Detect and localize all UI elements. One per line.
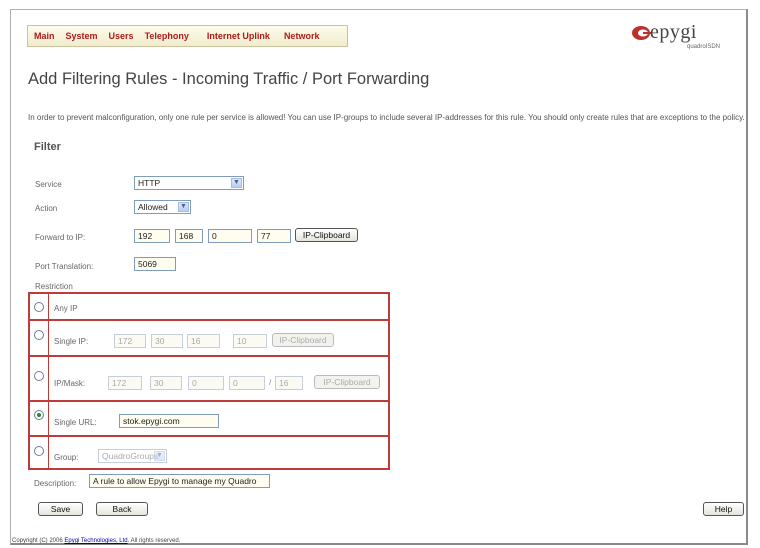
mask-separator: / xyxy=(269,378,272,387)
help-button[interactable]: Help xyxy=(703,502,744,516)
forward-ip-label: Forward to IP: xyxy=(35,233,86,242)
restriction-row-group: Group: QuadroGroups ▼ xyxy=(28,435,390,470)
chevron-down-icon: ▼ xyxy=(231,178,242,188)
action-select[interactable]: Allowed ▼ xyxy=(134,200,191,214)
save-button[interactable]: Save xyxy=(38,502,83,516)
ip-mask-label: IP/Mask: xyxy=(54,379,86,388)
restriction-row-ip-mask: IP/Mask: 172 30 0 0 / 16 IP-Clipboard xyxy=(28,355,390,402)
forward-ip-clipboard-button[interactable]: IP-Clipboard xyxy=(295,228,358,242)
restriction-label: Restriction xyxy=(35,282,73,291)
nav-item-telephony[interactable]: Telephony xyxy=(145,31,189,41)
single-url-input[interactable]: stok.epygi.com xyxy=(119,414,219,428)
nav-item-users[interactable]: Users xyxy=(109,31,134,41)
epygi-logo-icon xyxy=(632,26,651,40)
single-ip-label: Single IP: xyxy=(54,337,89,346)
service-label: Service xyxy=(35,180,62,189)
ip-mask-octet-2[interactable]: 30 xyxy=(150,376,182,390)
nav-item-internet-uplink[interactable]: Internet Uplink xyxy=(207,31,270,41)
chevron-down-icon: ▼ xyxy=(154,451,165,461)
page-title: Add Filtering Rules - Incoming Traffic /… xyxy=(28,70,430,88)
single-url-label: Single URL: xyxy=(54,418,97,427)
restriction-row-single-ip: Single IP: 172 30 16 10 IP-Clipboard xyxy=(28,319,390,357)
port-translation-input[interactable]: 5069 xyxy=(134,257,176,271)
forward-ip-octet-4[interactable]: 77 xyxy=(257,229,291,243)
ip-mask-octet-1[interactable]: 172 xyxy=(108,376,142,390)
restriction-row-any-ip: Any IP xyxy=(28,292,390,321)
port-translation-label: Port Translation: xyxy=(35,262,94,271)
nav-item-system[interactable]: System xyxy=(66,31,98,41)
forward-ip-octet-3[interactable]: 0 xyxy=(208,229,252,243)
group-radio[interactable] xyxy=(34,446,44,456)
top-nav: Main System Users Telephony Internet Upl… xyxy=(27,25,348,47)
brand-subtitle: quadroISDN xyxy=(687,44,721,50)
ip-mask-octet-3[interactable]: 0 xyxy=(188,376,224,390)
nav-item-main[interactable]: Main xyxy=(34,31,55,41)
single-ip-octet-4[interactable]: 10 xyxy=(233,334,267,348)
group-label: Group: xyxy=(54,453,79,462)
single-ip-octet-2[interactable]: 30 xyxy=(151,334,183,348)
footer-copyright: Copyright (C) 2006 Epygi Technologies, L… xyxy=(12,538,181,544)
service-select-value: HTTP xyxy=(138,178,161,188)
ip-mask-bits[interactable]: 16 xyxy=(275,376,303,390)
nav-item-network[interactable]: Network xyxy=(284,31,320,41)
service-select[interactable]: HTTP ▼ xyxy=(134,176,244,190)
action-label: Action xyxy=(35,204,58,213)
action-select-value: Allowed xyxy=(138,202,168,212)
ip-mask-clipboard-button[interactable]: IP-Clipboard xyxy=(314,375,380,389)
forward-ip-octet-2[interactable]: 168 xyxy=(175,229,203,243)
ip-mask-radio[interactable] xyxy=(34,371,44,381)
ip-mask-octet-4[interactable]: 0 xyxy=(229,376,265,390)
single-ip-octet-3[interactable]: 16 xyxy=(187,334,220,348)
description-label: Description: xyxy=(34,479,77,488)
brand-name: epygi xyxy=(650,21,697,43)
back-button[interactable]: Back xyxy=(96,502,148,516)
single-ip-radio[interactable] xyxy=(34,330,44,340)
single-ip-octet-1[interactable]: 172 xyxy=(114,334,146,348)
any-ip-label: Any IP xyxy=(54,304,78,313)
single-url-radio[interactable] xyxy=(34,410,44,420)
section-title-filter: Filter xyxy=(34,141,61,153)
group-select-value: QuadroGroups xyxy=(102,451,159,461)
footer-company-link[interactable]: Epygi Technologies, Ltd xyxy=(64,538,127,544)
forward-ip-octet-1[interactable]: 192 xyxy=(134,229,170,243)
page-description: In order to prevent malconfiguration, on… xyxy=(28,113,745,122)
chevron-down-icon: ▼ xyxy=(178,202,189,212)
group-select[interactable]: QuadroGroups ▼ xyxy=(98,449,167,463)
restriction-row-single-url: Single URL: stok.epygi.com xyxy=(28,400,390,437)
description-input[interactable]: A rule to allow Epygi to manage my Quadr… xyxy=(89,474,270,488)
any-ip-radio[interactable] xyxy=(34,302,44,312)
single-ip-clipboard-button[interactable]: IP-Clipboard xyxy=(272,333,334,347)
